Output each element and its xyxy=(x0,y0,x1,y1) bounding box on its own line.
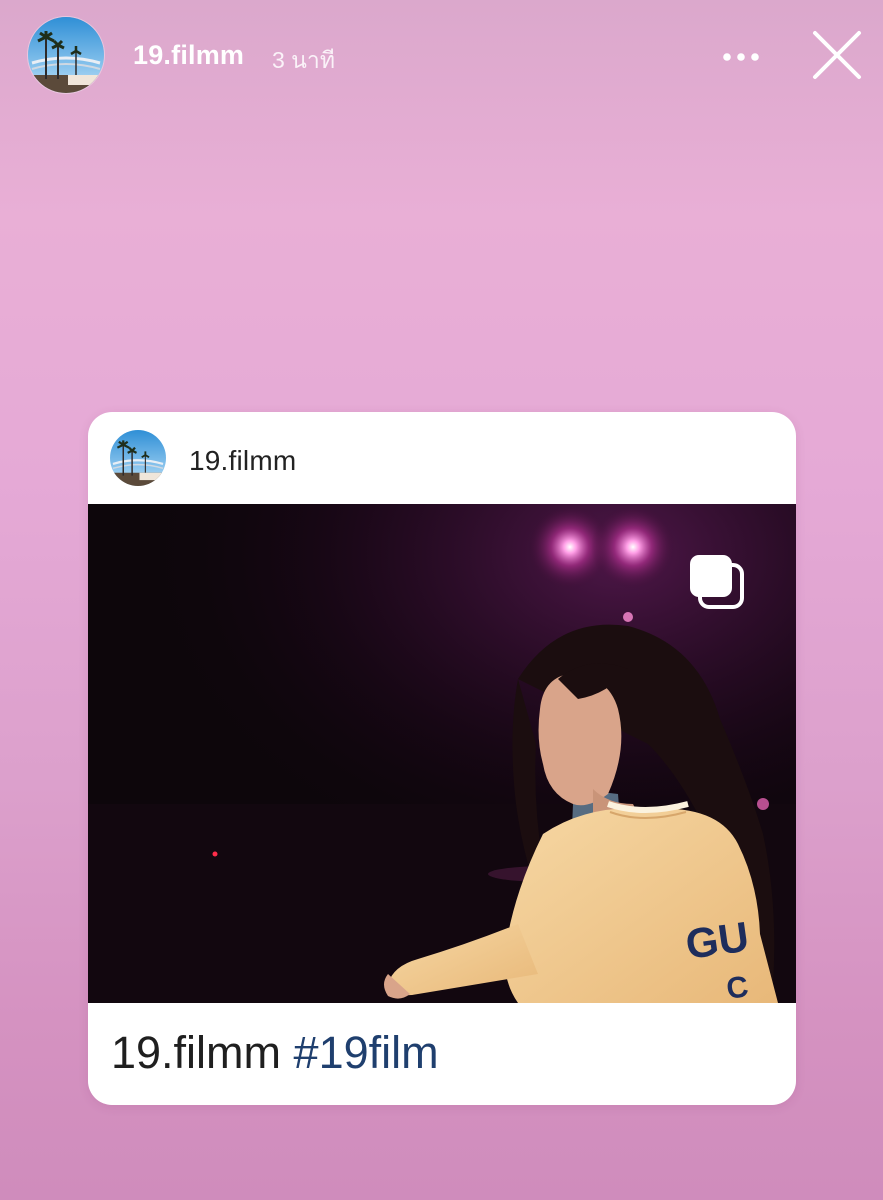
more-options-button[interactable] xyxy=(718,40,764,74)
palm-tree-sky-avatar-icon xyxy=(110,430,166,486)
story-header: 19.filmm 3 นาที xyxy=(0,0,883,115)
post-username: 19.filmm xyxy=(189,445,297,476)
shared-post-card[interactable]: 19.filmm GU C 19.filmm #19film xyxy=(88,412,796,1105)
story-viewer: 19.filmm 3 นาที 19.filmm GU C 19.filmm #… xyxy=(0,0,883,1200)
post-avatar xyxy=(110,430,166,486)
svg-text:C: C xyxy=(724,970,750,1003)
post-photo: GU C xyxy=(88,504,796,1003)
svg-text:GU: GU xyxy=(683,913,752,968)
close-icon xyxy=(813,31,861,79)
carousel-multiple-icon xyxy=(686,551,746,611)
post-header: 19.filmm xyxy=(88,412,796,504)
avatar[interactable] xyxy=(28,17,104,93)
story-timestamp: 3 นาที xyxy=(272,47,335,73)
more-horizontal-icon xyxy=(723,53,759,61)
close-button[interactable] xyxy=(806,28,868,84)
post-caption: 19.filmm #19film xyxy=(111,1027,439,1079)
caption-username: 19.filmm xyxy=(111,1027,282,1078)
caption-hashtag[interactable]: #19film xyxy=(294,1027,439,1078)
story-username[interactable]: 19.filmm xyxy=(133,40,244,71)
palm-tree-sky-avatar-icon xyxy=(28,17,104,93)
